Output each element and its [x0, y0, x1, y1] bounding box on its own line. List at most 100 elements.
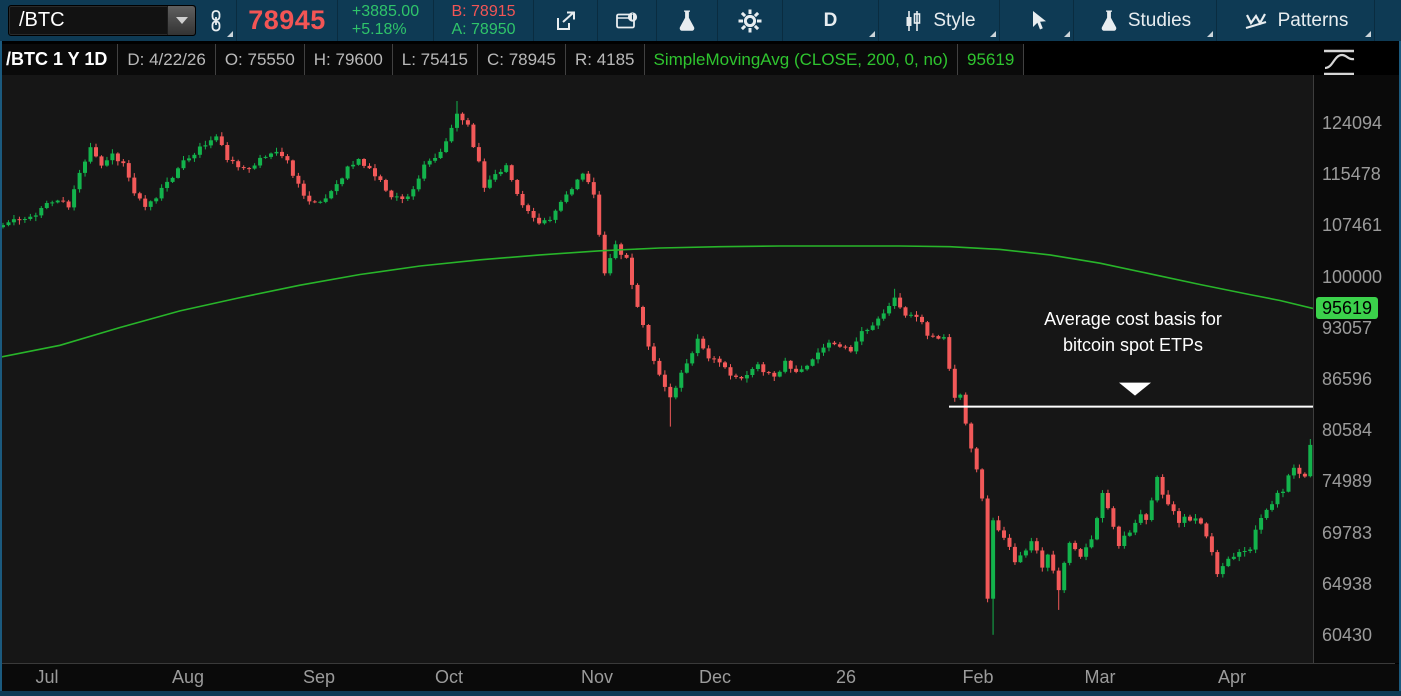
timeframe-button[interactable]: D [783, 0, 878, 41]
candle-body [116, 154, 120, 162]
candle-body [871, 326, 875, 330]
candle-body [7, 222, 11, 225]
candle-body [417, 179, 421, 190]
candle-body [45, 203, 49, 208]
candle-body [488, 180, 492, 188]
candle-body [17, 219, 21, 220]
symbol-combo[interactable]: /BTC [8, 5, 196, 36]
candle-body [608, 258, 612, 273]
candle-body [1024, 551, 1028, 556]
candle-body [291, 160, 295, 175]
symbol-input[interactable]: /BTC [9, 9, 167, 32]
annotation-text[interactable]: Average cost basis for bitcoin spot ETPs [993, 306, 1273, 358]
candle-body [1259, 518, 1263, 530]
candle-body [1040, 551, 1044, 568]
candle-body [1073, 543, 1077, 549]
candle-body [756, 364, 760, 369]
candle-body [121, 161, 125, 163]
candle-body [12, 219, 16, 222]
patterns-label: Patterns [1278, 10, 1349, 32]
price-axis[interactable]: 1240941154781074611000009305786596805847… [1314, 75, 1399, 663]
info-panel-icon: i [615, 10, 639, 32]
candle-body [882, 313, 886, 318]
candle-body [100, 156, 104, 165]
candle-body [554, 211, 558, 220]
candle-body [614, 244, 618, 258]
candle-body [783, 361, 787, 372]
price-axis-label: 86596 [1322, 368, 1372, 390]
candle-body [597, 195, 601, 235]
candle-body [986, 499, 990, 599]
candle-body [1013, 547, 1017, 562]
candle-body [132, 178, 136, 194]
candle-body [1199, 518, 1203, 523]
candle-body [625, 255, 629, 258]
price-axis-label: 115478 [1322, 163, 1381, 185]
candle-body [1237, 552, 1241, 557]
ohlc-range: R: 4185 [566, 44, 645, 75]
candle-body [378, 176, 382, 180]
candle-body [203, 145, 207, 146]
share-button[interactable] [534, 0, 597, 41]
candle-body [1150, 500, 1154, 520]
candle-body [843, 347, 847, 348]
candle-body [1270, 504, 1274, 510]
candle-body [1068, 543, 1072, 563]
chart-info-button[interactable]: i [598, 0, 656, 41]
candle-body [904, 307, 908, 315]
candle-body [182, 160, 186, 168]
candle-body [72, 189, 76, 207]
percent-change: +5.18% [352, 21, 419, 39]
candle-body [1079, 549, 1083, 557]
symbol-dropdown-button[interactable] [167, 6, 195, 35]
chevron-down-icon [176, 17, 188, 24]
candle-body [236, 161, 240, 167]
window-edge-left [0, 41, 2, 691]
style-button[interactable]: Style [879, 0, 999, 41]
window-edge-bottom [0, 691, 1401, 696]
candle-body [707, 348, 711, 358]
candle-body [280, 152, 284, 156]
analyze-button[interactable] [657, 0, 717, 41]
study-label[interactable]: SimpleMovingAvg (CLOSE, 200, 0, no) [645, 44, 959, 75]
studies-button[interactable]: Studies [1074, 0, 1216, 41]
bid-price: B: 78915 [451, 3, 515, 21]
time-axis[interactable]: JulAugSepOctNovDec26FebMarApr [0, 664, 1401, 691]
drawing-tools-button[interactable] [1000, 0, 1073, 41]
candle-body [942, 337, 946, 339]
candle-body [739, 377, 743, 378]
ohlc-high: H: 79600 [305, 44, 393, 75]
drawn-triangle-marker[interactable] [1119, 383, 1151, 396]
candle-body [947, 337, 951, 369]
price-axis-label: 124094 [1322, 112, 1382, 134]
candle-body [384, 180, 388, 191]
candle-body [559, 202, 563, 211]
candle-body [389, 191, 393, 198]
candle-body [1122, 536, 1126, 546]
candle-body [592, 182, 596, 195]
flask-icon [1099, 9, 1119, 33]
candle-body [761, 364, 765, 372]
price-axis-label: 69783 [1322, 522, 1372, 544]
candle-body [67, 202, 71, 208]
candle-body [575, 180, 579, 190]
candle-body [816, 353, 820, 360]
candle-body [165, 182, 169, 188]
patterns-button[interactable]: Patterns [1217, 0, 1374, 41]
candle-body [822, 348, 826, 353]
candle-body [564, 195, 568, 202]
candle-body [1254, 530, 1258, 550]
studies-label: Studies [1128, 10, 1191, 32]
top-toolbar: /BTC 78945 +3885.00 +5.18% [0, 0, 1401, 41]
candle-body [23, 219, 27, 220]
candle-body [794, 369, 798, 372]
link-button[interactable] [196, 0, 236, 41]
candle-body [876, 319, 880, 326]
candle-body [772, 373, 776, 377]
ohlc-date: D: 4/22/26 [118, 44, 215, 75]
settings-button[interactable] [718, 0, 782, 41]
candle-body [1248, 550, 1252, 552]
candle-body [176, 168, 180, 178]
time-axis-label: Aug [172, 667, 204, 688]
price-chart-canvas[interactable] [0, 75, 1313, 663]
